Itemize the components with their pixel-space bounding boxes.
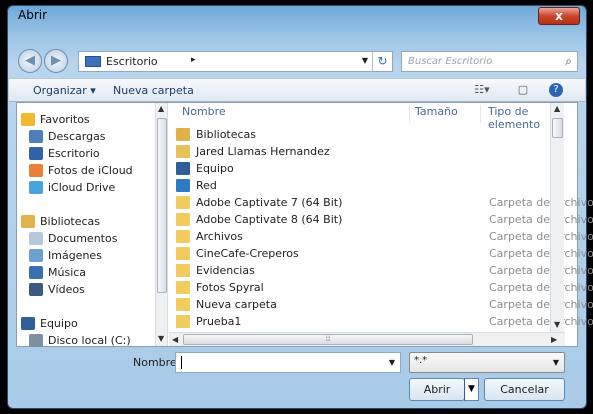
scroll-left-icon[interactable]: ◀ bbox=[172, 335, 178, 344]
browser-pane: Favoritos Descargas Escritorio Fotos de … bbox=[16, 102, 593, 347]
file-type-select[interactable]: *.* ▼ bbox=[409, 352, 565, 373]
text-caret bbox=[181, 356, 182, 369]
filename-input[interactable]: ▼ bbox=[175, 352, 401, 373]
forward-button[interactable]: ▶ bbox=[44, 49, 68, 73]
list-item[interactable]: CineCafe-Creperos Carpeta de archivos bbox=[176, 246, 593, 263]
chevron-down-icon[interactable]: ▼ bbox=[553, 358, 559, 367]
close-button[interactable]: x bbox=[538, 7, 580, 25]
breadcrumb[interactable]: Escritorio ▸ ▼ ↻ bbox=[78, 51, 393, 72]
list-item[interactable]: Red bbox=[176, 178, 566, 195]
scroll-thumb[interactable] bbox=[552, 118, 563, 138]
list-item[interactable]: Bibliotecas bbox=[176, 127, 566, 144]
drive-icon bbox=[29, 334, 43, 347]
computer-icon bbox=[176, 162, 190, 175]
list-item[interactable]: Prueba1 Carpeta de archivos bbox=[176, 314, 593, 331]
list-item[interactable]: Fotos Spyral Carpeta de archivos bbox=[176, 280, 593, 297]
list-item[interactable]: Jared Llamas Hernandez bbox=[176, 144, 566, 161]
list-item[interactable]: Evidencias Carpeta de archivos bbox=[176, 263, 593, 280]
icloud-photos-icon bbox=[29, 164, 43, 177]
list-horizontal-scrollbar[interactable]: ◀ ⦙⦙⦙ ▶ bbox=[169, 332, 565, 346]
videos-icon bbox=[29, 283, 43, 296]
list-item[interactable]: Adobe Captivate 7 (64 Bit) Carpeta de arc… bbox=[176, 195, 593, 212]
breadcrumb-location[interactable]: Escritorio bbox=[106, 55, 158, 68]
network-icon bbox=[176, 179, 190, 192]
column-header-size[interactable]: Tamaño bbox=[415, 105, 458, 125]
toolbar: Organizar ▾ Nueva carpeta ☷▾ ▢ ? bbox=[9, 78, 585, 102]
refresh-icon[interactable]: ↻ bbox=[372, 52, 392, 71]
downloads-folder-icon bbox=[29, 130, 43, 143]
libraries-icon bbox=[21, 215, 35, 228]
documents-icon bbox=[29, 232, 43, 245]
scroll-thumb[interactable]: ⦙⦙⦙ bbox=[183, 334, 473, 345]
folder-icon bbox=[176, 315, 190, 328]
column-divider[interactable] bbox=[409, 105, 410, 123]
back-button[interactable]: ◀ bbox=[18, 49, 42, 73]
open-button[interactable]: Abrir bbox=[409, 378, 465, 401]
file-list: Nombre Tamaño Tipo de elemento Bibliotec… bbox=[169, 103, 593, 346]
music-icon bbox=[29, 266, 43, 279]
scroll-down-icon[interactable]: ▼ bbox=[554, 320, 560, 329]
nav-scrollbar[interactable]: ▲ ▼ bbox=[155, 103, 168, 346]
folder-icon bbox=[176, 196, 190, 209]
folder-icon bbox=[176, 213, 190, 226]
computer-icon bbox=[21, 317, 35, 330]
column-divider[interactable] bbox=[480, 105, 481, 123]
pictures-icon bbox=[29, 249, 43, 262]
list-vertical-scrollbar[interactable]: ▲ ▼ bbox=[550, 103, 564, 332]
breadcrumb-arrow-icon[interactable]: ▸ bbox=[191, 55, 196, 65]
preview-pane-icon[interactable]: ▢ bbox=[515, 83, 531, 97]
scroll-up-icon[interactable]: ▲ bbox=[158, 104, 164, 113]
file-type-value: *.* bbox=[414, 355, 428, 366]
view-options-icon[interactable]: ☷▾ bbox=[474, 83, 490, 97]
folder-icon bbox=[176, 247, 190, 260]
scroll-down-icon[interactable]: ▼ bbox=[158, 334, 164, 343]
filename-label: Nombre: bbox=[133, 356, 181, 369]
star-icon bbox=[21, 113, 35, 126]
organize-button[interactable]: Organizar ▾ bbox=[33, 84, 96, 97]
desktop-icon bbox=[29, 147, 43, 160]
open-dialog: Abrir x ◀ ▶ Escritorio ▸ ▼ ↻ Buscar Escr… bbox=[7, 5, 593, 409]
navigation-pane: Favoritos Descargas Escritorio Fotos de … bbox=[17, 103, 155, 347]
new-folder-button[interactable]: Nueva carpeta bbox=[113, 84, 194, 97]
scroll-thumb[interactable] bbox=[157, 118, 167, 293]
list-item[interactable]: Equipo bbox=[176, 161, 566, 178]
icloud-icon bbox=[29, 181, 43, 194]
list-item[interactable]: Nueva carpeta Carpeta de archivos bbox=[176, 297, 593, 314]
column-header-name[interactable]: Nombre bbox=[182, 105, 226, 125]
open-options-dropdown-icon[interactable]: ▼ bbox=[464, 378, 479, 401]
folder-icon bbox=[176, 281, 190, 294]
user-folder-icon bbox=[176, 145, 190, 158]
folder-icon bbox=[176, 264, 190, 277]
libraries-icon bbox=[176, 128, 190, 141]
search-placeholder: Buscar Escritorio bbox=[408, 56, 493, 67]
address-bar-row: ◀ ▶ Escritorio ▸ ▼ ↻ Buscar Escritorio ⌕ bbox=[18, 49, 578, 75]
scroll-right-icon[interactable]: ▶ bbox=[551, 335, 557, 344]
search-icon[interactable]: ⌕ bbox=[565, 54, 572, 69]
window-title: Abrir bbox=[18, 8, 48, 22]
list-item[interactable]: Adobe Captivate 8 (64 Bit) Carpeta de arc… bbox=[176, 212, 593, 229]
search-input[interactable]: Buscar Escritorio ⌕ bbox=[401, 51, 578, 72]
address-dropdown-icon[interactable]: ▼ bbox=[362, 56, 368, 65]
cancel-button[interactable]: Cancelar bbox=[484, 378, 565, 401]
list-item[interactable]: Archivos Carpeta de archivos bbox=[176, 229, 593, 246]
folder-icon bbox=[176, 298, 190, 311]
help-icon[interactable]: ? bbox=[549, 83, 563, 97]
scroll-up-icon[interactable]: ▲ bbox=[554, 104, 560, 113]
desktop-icon bbox=[85, 56, 101, 67]
folder-icon bbox=[176, 230, 190, 243]
chevron-down-icon[interactable]: ▼ bbox=[389, 358, 395, 367]
